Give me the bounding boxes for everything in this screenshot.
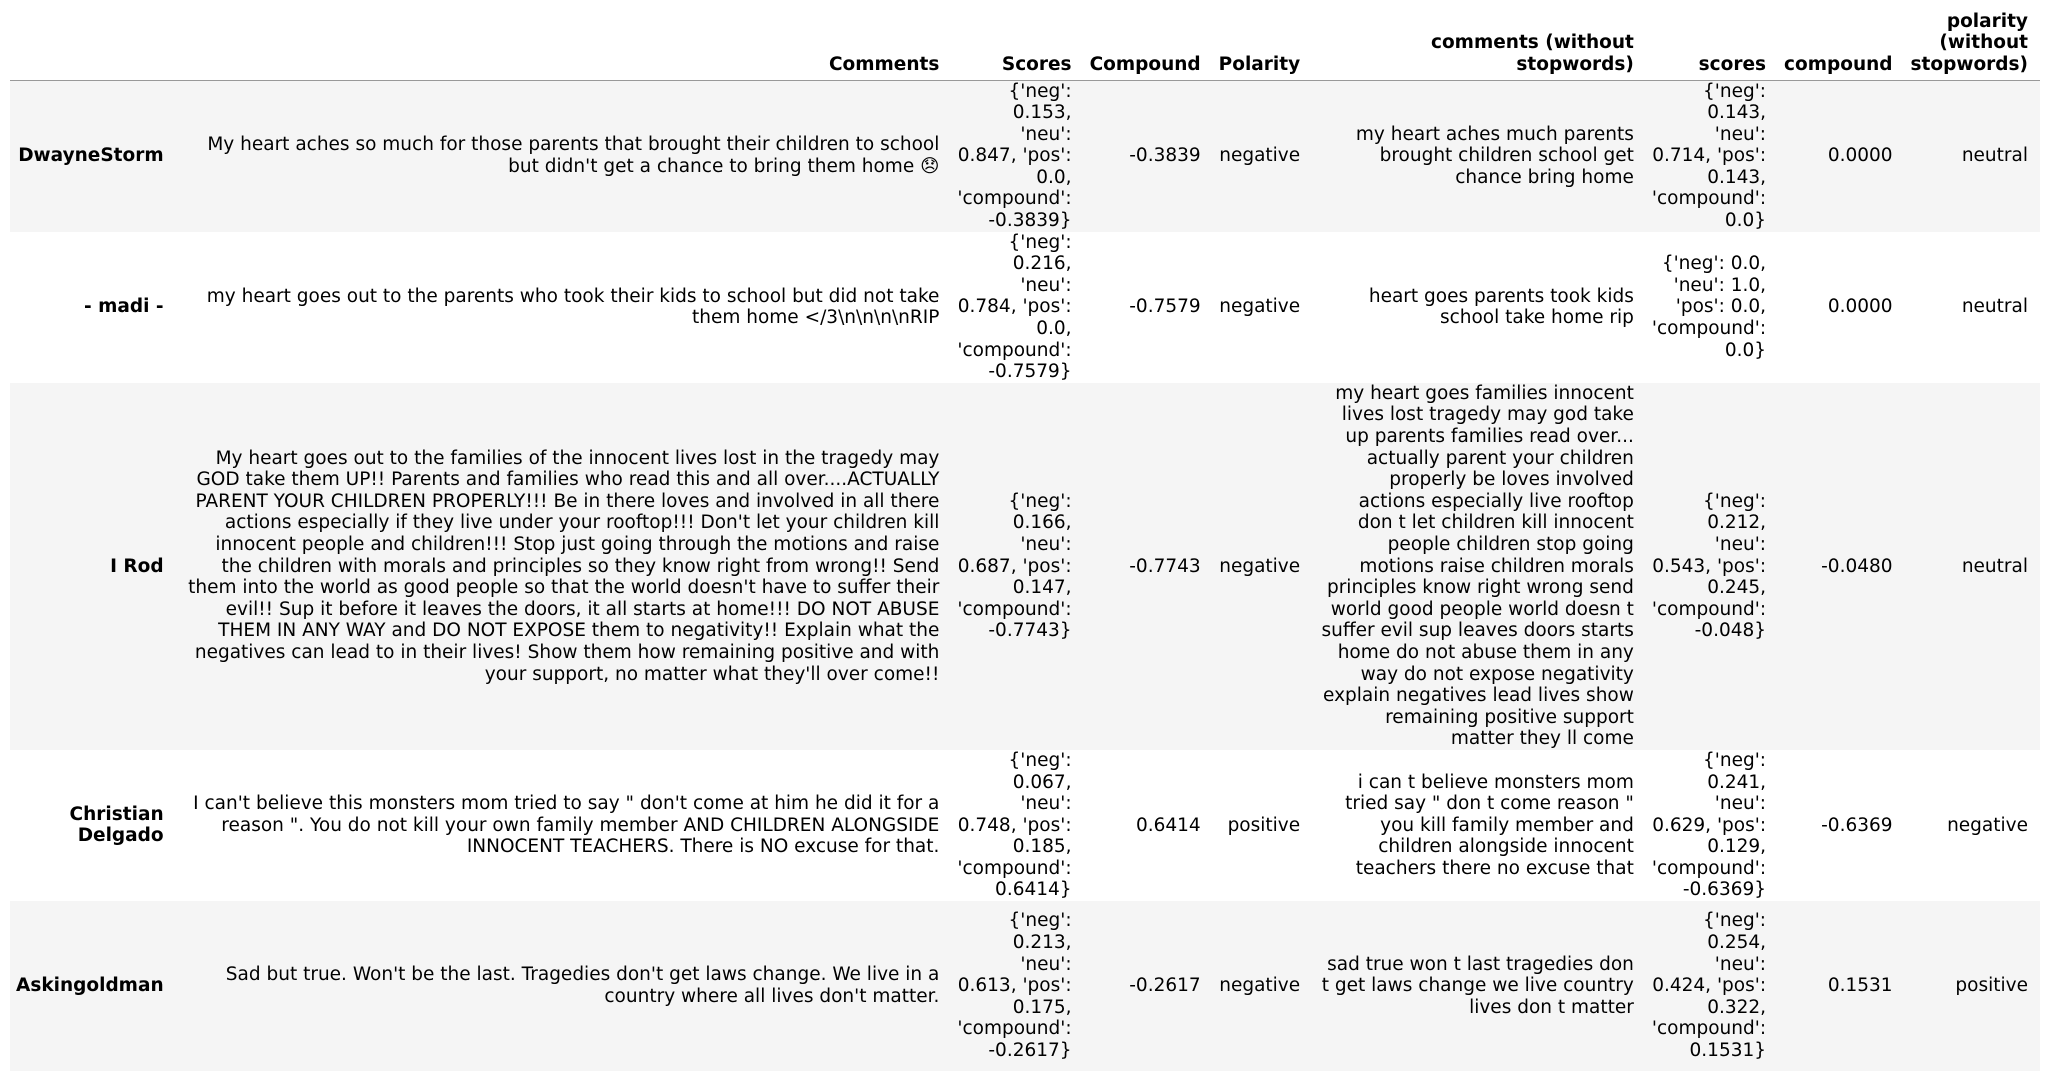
polarity-without-stopwords-cell: neutral: [1904, 80, 2040, 232]
scores-cell: {'neg': 0.153, 'neu': 0.847, 'pos': 0.0,…: [951, 80, 1084, 232]
polarity-cell: negative: [1212, 80, 1313, 232]
comment-without-stopwords-cell: sad true won t last tragedies don t get …: [1312, 901, 1646, 1071]
column-header-comments-without-stopwords: comments (without stopwords): [1312, 6, 1646, 81]
column-header-polarity: Polarity: [1212, 6, 1313, 81]
polarity-cell: negative: [1219, 296, 1301, 318]
row-index: Christian Delgado: [69, 803, 164, 847]
table-row: Christian Delgado I can't believe this m…: [10, 750, 2040, 901]
column-header-scores-without-stopwords: scores: [1645, 6, 1779, 81]
compound-cell: -0.7579: [1129, 296, 1201, 318]
column-header-compound: Compound: [1083, 6, 1213, 81]
polarity-without-stopwords-cell: neutral: [1961, 296, 2028, 318]
comment-cell: Sad but true. Won't be the last. Tragedi…: [175, 901, 952, 1071]
comment-cell: I can't believe this monsters mom tried …: [193, 793, 940, 858]
column-header-polarity-without-stopwords: polarity (without stopwords): [1904, 6, 2040, 81]
scores-cell: {'neg': 0.067, 'neu': 0.748, 'pos': 0.18…: [957, 749, 1072, 901]
comment-cell: my heart goes out to the parents who too…: [206, 285, 940, 329]
row-index: Askingoldman: [10, 901, 176, 1071]
polarity-without-stopwords-cell: neutral: [1904, 382, 2040, 750]
table-row: DwayneStorm My heart aches so much for t…: [10, 80, 2040, 232]
compound-without-stopwords-cell: 0.0000: [1827, 296, 1893, 318]
row-index: - madi -: [84, 296, 164, 318]
comment-cell: My heart aches so much for those parents…: [175, 80, 952, 232]
polarity-cell: negative: [1212, 382, 1313, 750]
scores-without-stopwords-cell: {'neg': 0.0, 'neu': 1.0, 'pos': 0.0, 'co…: [1651, 253, 1767, 361]
comment-cell: My heart goes out to the families of the…: [175, 382, 952, 750]
comment-without-stopwords-cell: my heart goes families innocent lives lo…: [1312, 382, 1646, 750]
compound-cell: -0.7743: [1083, 382, 1213, 750]
scores-without-stopwords-cell: {'neg': 0.143, 'neu': 0.714, 'pos': 0.14…: [1645, 80, 1779, 232]
dataframe-output: Comments Scores Compound Polarity commen…: [0, 0, 2048, 1071]
scores-without-stopwords-cell: {'neg': 0.241, 'neu': 0.629, 'pos': 0.12…: [1651, 749, 1767, 901]
table-row: Askingoldman Sad but true. Won't be the …: [10, 901, 2040, 1071]
compound-without-stopwords-cell: -0.0480: [1778, 382, 1905, 750]
header-row: Comments Scores Compound Polarity commen…: [10, 6, 2040, 81]
compound-cell: -0.2617: [1083, 901, 1213, 1071]
compound-cell: 0.6414: [1135, 814, 1201, 836]
polarity-cell: negative: [1212, 901, 1313, 1071]
table-row: I Rod My heart goes out to the families …: [10, 382, 2040, 750]
comment-without-stopwords-cell: heart goes parents took kids school take…: [1368, 285, 1634, 329]
polarity-without-stopwords-cell: positive: [1904, 901, 2040, 1071]
sentiment-dataframe: Comments Scores Compound Polarity commen…: [10, 6, 2040, 1071]
column-header-comments: Comments: [175, 6, 952, 81]
polarity-cell: positive: [1227, 814, 1301, 836]
row-index: I Rod: [10, 382, 176, 750]
column-header-scores: Scores: [951, 6, 1084, 81]
scores-cell: {'neg': 0.166, 'neu': 0.687, 'pos': 0.14…: [951, 382, 1084, 750]
row-index: DwayneStorm: [10, 80, 176, 232]
column-header-compound-without-stopwords: compound: [1778, 6, 1905, 81]
compound-without-stopwords-cell: 0.0000: [1778, 80, 1905, 232]
scores-without-stopwords-cell: {'neg': 0.212, 'neu': 0.543, 'pos': 0.24…: [1645, 382, 1779, 750]
table-row: - madi - my heart goes out to the parent…: [10, 232, 2040, 383]
compound-cell: -0.3839: [1083, 80, 1213, 232]
compound-without-stopwords-cell: -0.6369: [1821, 814, 1893, 836]
comment-without-stopwords-cell: i can t believe monsters mom tried say "…: [1345, 771, 1634, 879]
comment-without-stopwords-cell: my heart aches much parents brought chil…: [1312, 80, 1646, 232]
scores-cell: {'neg': 0.213, 'neu': 0.613, 'pos': 0.17…: [951, 901, 1084, 1071]
index-header: [10, 6, 176, 81]
polarity-without-stopwords-cell: negative: [1947, 814, 2028, 836]
compound-without-stopwords-cell: 0.1531: [1778, 901, 1905, 1071]
scores-without-stopwords-cell: {'neg': 0.254, 'neu': 0.424, 'pos': 0.32…: [1645, 901, 1779, 1071]
scores-cell: {'neg': 0.216, 'neu': 0.784, 'pos': 0.0,…: [957, 231, 1072, 383]
